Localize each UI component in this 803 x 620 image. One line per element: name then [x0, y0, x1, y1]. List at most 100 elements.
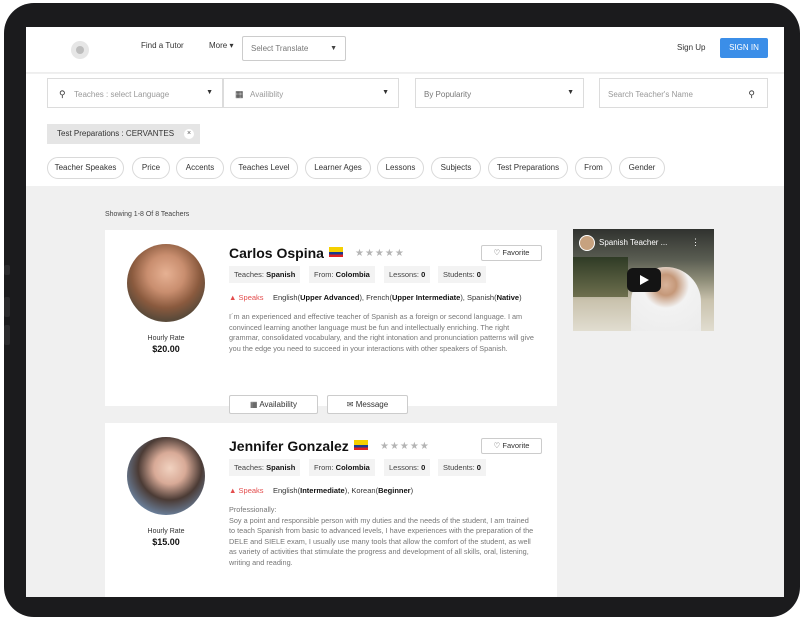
teacher-card: Hourly Rate $20.00 Carlos Ospina ★★★★★ ♡… [105, 230, 557, 414]
teaches-tag-label: Teaches: [234, 463, 267, 472]
sign-up-link[interactable]: Sign Up [677, 43, 705, 52]
language-filter-placeholder: Teaches : select Language [74, 90, 170, 99]
caret-down-icon: ▼ [382, 89, 389, 96]
filter-pill-from[interactable]: From [575, 157, 612, 179]
availability-button[interactable]: ▦ Availability [229, 395, 318, 414]
hourly-rate-value: $15.00 [152, 537, 180, 547]
hourly-rate-label: Hourly Rate [147, 335, 185, 342]
rating-stars: ★★★★★ [380, 441, 430, 452]
translate-placeholder: Select Translate [251, 44, 309, 53]
channel-avatar [579, 235, 595, 251]
teacher-bio: Professionally: Soy a point and responsi… [229, 505, 534, 567]
screen: Find a Tutor More ▾ Select Translate ▼ S… [26, 27, 784, 597]
lessons-tag-label: Lessons: [389, 463, 422, 472]
search-icon[interactable]: ⚲ [748, 89, 755, 100]
favorite-label: Favorite [502, 441, 530, 450]
teacher-card: Hourly Rate $15.00 Jennifer Gonzalez ★★★… [105, 423, 557, 597]
translate-select[interactable]: Select Translate ▼ [242, 36, 346, 61]
search-icon: ⚲ [59, 89, 66, 99]
lessons-tag-value: 0 [421, 270, 426, 279]
availability-filter-placeholder: Availiblity [250, 90, 284, 99]
from-tag-value: Colombia [335, 270, 370, 279]
sort-select[interactable]: By Popularity ▼ [415, 78, 584, 108]
lessons-tag-value: 0 [421, 463, 426, 472]
find-tutor-link[interactable]: Find a Tutor [141, 41, 184, 50]
chevron-down-icon: ▼ [330, 45, 337, 52]
avatar[interactable] [127, 244, 205, 322]
availability-filter[interactable]: ▦ Availiblity ▼ [223, 78, 399, 108]
play-icon[interactable] [627, 268, 661, 292]
filter-pill-price[interactable]: Price [132, 157, 170, 179]
teaches-tag: Teaches: Spanish [229, 266, 301, 283]
filter-pill-gender[interactable]: Gender [619, 157, 665, 179]
teacher-name[interactable]: Carlos Ospina [229, 245, 343, 261]
video-background [573, 257, 628, 297]
from-tag-value: Colombia [335, 463, 370, 472]
device-button [4, 325, 10, 345]
lessons-tag-label: Lessons: [389, 270, 422, 279]
hourly-rate-value: $20.00 [152, 344, 180, 354]
availability-label: Availability [259, 400, 297, 409]
language-filter[interactable]: ⚲ Teaches : select Language ▼ [47, 78, 223, 108]
speaks-label-text: Speaks [238, 293, 264, 302]
colombia-flag-icon [328, 247, 343, 257]
rating-stars: ★★★★★ [355, 248, 405, 259]
message-button[interactable]: ✉ Message [327, 395, 408, 414]
from-tag-label: From: [314, 463, 336, 472]
video-title: Spanish Teacher ... [599, 238, 668, 247]
avatar[interactable] [127, 437, 205, 515]
speaks-label-text: Speaks [238, 486, 264, 495]
teacher-name-search[interactable]: Search Teacher's Name ⚲ [599, 78, 768, 108]
search-placeholder: Search Teacher's Name [608, 90, 693, 99]
teacher-name-text: Carlos Ospina [229, 245, 324, 261]
message-label: Message [355, 400, 389, 409]
teaches-tag-value: Spanish [266, 270, 296, 279]
filter-pill-subjects[interactable]: Subjects [431, 157, 481, 179]
calendar-icon: ▦ [235, 89, 244, 99]
sign-in-button[interactable]: SIGN IN [720, 38, 768, 58]
speaks-label: ▲ Speaks [229, 486, 264, 495]
close-icon[interactable]: × [184, 129, 195, 139]
sort-value: By Popularity [424, 90, 472, 99]
graduation-cap-icon: ▲ [229, 486, 237, 495]
colombia-flag-icon [353, 440, 368, 450]
lessons-tag: Lessons: 0 [384, 459, 431, 476]
students-tag-value: 0 [476, 270, 481, 279]
top-navbar: Find a Tutor More ▾ Select Translate ▼ S… [26, 27, 784, 73]
from-tag: From: Colombia [309, 266, 375, 283]
active-filter-chip: Test Preparations : CERVANTES × [47, 124, 201, 144]
filter-pill-lessons[interactable]: Lessons [377, 157, 424, 179]
filter-pill-learner-ages[interactable]: Learner Ages [305, 157, 371, 179]
intro-video[interactable]: Spanish Teacher ... ⋮ [573, 229, 714, 331]
filter-pill-test-preparations[interactable]: Test Preparations [488, 157, 568, 179]
heart-icon: ♡ [493, 248, 501, 257]
calendar-icon: ▦ [250, 400, 258, 409]
heart-icon: ♡ [493, 441, 501, 450]
speaks-label: ▲ Speaks [229, 293, 264, 302]
favorite-button[interactable]: ♡ Favorite [481, 245, 542, 261]
results-count: Showing 1-8 Of 8 Teachers [105, 211, 190, 218]
teaches-tag-value: Spanish [266, 463, 296, 472]
from-tag-label: From: [314, 270, 336, 279]
filter-pill-teaches-level[interactable]: Teaches Level [230, 157, 298, 179]
graduation-cap-icon: ▲ [229, 293, 237, 302]
teacher-name[interactable]: Jennifer Gonzalez [229, 438, 368, 454]
students-tag: Students: 0 [438, 266, 486, 283]
teaches-tag-label: Teaches: [234, 270, 267, 279]
favorite-button[interactable]: ♡ Favorite [481, 438, 542, 454]
filter-pill-teacher-speakes[interactable]: Teacher Speakes [47, 157, 124, 179]
teacher-bio: I´m an experienced and effective teacher… [229, 312, 534, 353]
active-filter-label: Test Preparations : CERVANTES [57, 129, 175, 138]
site-logo[interactable] [71, 41, 89, 59]
tablet-frame: Find a Tutor More ▾ Select Translate ▼ S… [4, 3, 800, 617]
students-tag-value: 0 [476, 463, 481, 472]
from-tag: From: Colombia [309, 459, 375, 476]
lessons-tag: Lessons: 0 [384, 266, 431, 283]
teaches-tag: Teaches: Spanish [229, 459, 301, 476]
filter-pill-accents[interactable]: Accents [176, 157, 224, 179]
more-menu[interactable]: More ▾ [209, 41, 233, 50]
hourly-rate-label: Hourly Rate [147, 528, 185, 535]
more-options-icon[interactable]: ⋮ [691, 237, 700, 248]
device-button [4, 265, 10, 275]
filter-panel: ⚲ Teaches : select Language ▼ ▦ Availibl… [26, 74, 784, 186]
